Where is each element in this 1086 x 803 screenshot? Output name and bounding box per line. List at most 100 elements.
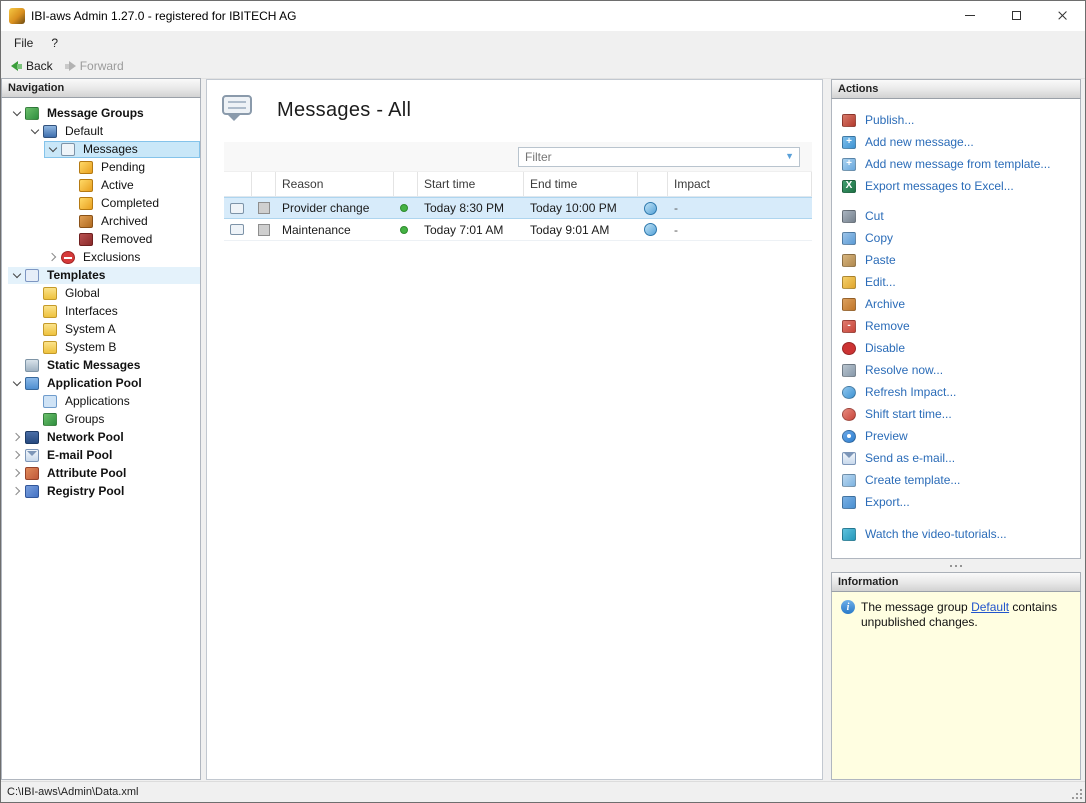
tree-item-pending[interactable]: Pending xyxy=(2,158,200,176)
action-remove[interactable]: -Remove xyxy=(832,315,1080,337)
action-watch-video-tutorials[interactable]: Watch the video-tutorials... xyxy=(832,523,1080,545)
tree-item-global[interactable]: Global xyxy=(2,284,200,302)
tree-item-label: Interfaces xyxy=(62,304,121,318)
action-shift-start-time[interactable]: Shift start time... xyxy=(832,403,1080,425)
back-button[interactable]: Back xyxy=(7,57,61,75)
tree-item-completed[interactable]: Completed xyxy=(2,194,200,212)
close-button[interactable] xyxy=(1039,1,1085,30)
panel-splitter[interactable] xyxy=(831,559,1081,572)
start-time-cell: Today 8:30 PM xyxy=(418,201,524,215)
application-pool-icon xyxy=(25,377,39,390)
menu-help[interactable]: ? xyxy=(42,33,67,53)
action-resolve-now[interactable]: Resolve now... xyxy=(832,359,1080,381)
column-header-start-time[interactable]: Start time xyxy=(418,172,524,196)
tree-item-label: Archived xyxy=(98,214,151,228)
action-refresh-impact[interactable]: Refresh Impact... xyxy=(832,381,1080,403)
tree-item-templates[interactable]: Templates xyxy=(2,266,200,284)
chevron-down-icon[interactable] xyxy=(9,375,25,391)
groups-icon xyxy=(43,413,57,426)
maximize-button[interactable] xyxy=(993,1,1039,30)
tree-item-label: Removed xyxy=(98,232,155,246)
chevron-down-icon[interactable] xyxy=(27,123,43,139)
tree-item-label: Message Groups xyxy=(44,106,147,120)
action-edit[interactable]: Edit... xyxy=(832,271,1080,293)
table-row[interactable]: Maintenance Today 7:01 AM Today 9:01 AM … xyxy=(224,219,812,241)
status-active-icon xyxy=(400,226,408,234)
column-header-impact-icon xyxy=(638,172,668,196)
video-tutorials-icon xyxy=(842,528,856,541)
row-checkbox[interactable] xyxy=(258,224,270,236)
filter-box xyxy=(518,147,800,167)
impact-cell: - xyxy=(668,201,812,215)
tree-item-application-pool[interactable]: Application Pool xyxy=(2,374,200,392)
tree-item-label: Exclusions xyxy=(80,250,143,264)
applications-icon xyxy=(43,395,57,408)
action-send-as-email[interactable]: Send as e-mail... xyxy=(832,447,1080,469)
column-header-impact[interactable]: Impact xyxy=(668,172,812,196)
tree-item-messages[interactable]: Messages xyxy=(2,140,200,158)
tree-item-static-messages[interactable]: Static Messages xyxy=(2,356,200,374)
row-checkbox[interactable] xyxy=(258,202,270,214)
tree-item-system-a[interactable]: System A xyxy=(2,320,200,338)
chevron-down-icon[interactable] xyxy=(9,267,25,283)
chevron-right-icon[interactable] xyxy=(9,465,25,481)
action-preview[interactable]: Preview xyxy=(832,425,1080,447)
table-header: Reason Start time End time Impact xyxy=(224,172,812,197)
action-cut[interactable]: Cut xyxy=(832,205,1080,227)
tree-item-attribute-pool[interactable]: Attribute Pool xyxy=(2,464,200,482)
filter-input[interactable] xyxy=(519,150,785,164)
action-create-template[interactable]: Create template... xyxy=(832,469,1080,491)
cut-icon xyxy=(842,210,856,223)
impact-cell: - xyxy=(668,223,812,237)
pending-icon xyxy=(79,161,93,174)
chevron-down-icon[interactable] xyxy=(45,141,61,157)
action-export[interactable]: Export... xyxy=(832,491,1080,513)
tree-item-default[interactable]: Default xyxy=(2,122,200,140)
action-publish[interactable]: Publish... xyxy=(832,109,1080,131)
action-copy[interactable]: Copy xyxy=(832,227,1080,249)
filter-funnel-icon[interactable] xyxy=(785,152,794,161)
tree-item-archived[interactable]: Archived xyxy=(2,212,200,230)
tree-item-applications[interactable]: Applications xyxy=(2,392,200,410)
action-export-messages-to-excel[interactable]: XExport messages to Excel... xyxy=(832,175,1080,197)
tree-item-label: Templates xyxy=(44,268,108,282)
tree-item-removed[interactable]: Removed xyxy=(2,230,200,248)
action-archive[interactable]: Archive xyxy=(832,293,1080,315)
end-time-cell: Today 10:00 PM xyxy=(524,201,638,215)
menu-file[interactable]: File xyxy=(5,33,42,53)
tree-item-exclusions[interactable]: Exclusions xyxy=(2,248,200,266)
column-header-end-time[interactable]: End time xyxy=(524,172,638,196)
tree-item-groups[interactable]: Groups xyxy=(2,410,200,428)
tree-item-network-pool[interactable]: Network Pool xyxy=(2,428,200,446)
tree-item-label: System A xyxy=(62,322,119,336)
tree-item-registry-pool[interactable]: Registry Pool xyxy=(2,482,200,500)
column-header-reason[interactable]: Reason xyxy=(276,172,394,196)
tree-item-system-b[interactable]: System B xyxy=(2,338,200,356)
action-disable[interactable]: Disable xyxy=(832,337,1080,359)
tree-item-email-pool[interactable]: E-mail Pool xyxy=(2,446,200,464)
table-row[interactable]: Provider change Today 8:30 PM Today 10:0… xyxy=(224,197,812,219)
forward-button[interactable]: Forward xyxy=(61,57,132,75)
tree-item-interfaces[interactable]: Interfaces xyxy=(2,302,200,320)
action-paste[interactable]: Paste xyxy=(832,249,1080,271)
window-title: IBI-aws Admin 1.27.0 - registered for IB… xyxy=(31,9,947,23)
default-group-link[interactable]: Default xyxy=(971,600,1009,614)
chevron-right-icon[interactable] xyxy=(45,249,61,265)
title-bar: IBI-aws Admin 1.27.0 - registered for IB… xyxy=(1,1,1085,31)
column-header-icon xyxy=(224,172,252,196)
chevron-down-icon[interactable] xyxy=(9,105,25,121)
folder-icon xyxy=(43,341,57,354)
action-add-new-message-from-template[interactable]: +Add new message from template... xyxy=(832,153,1080,175)
tree-item-active[interactable]: Active xyxy=(2,176,200,194)
tree-item-message-groups[interactable]: Message Groups xyxy=(2,104,200,122)
messages-page-icon xyxy=(221,94,259,126)
action-add-new-message[interactable]: +Add new message... xyxy=(832,131,1080,153)
resize-grip-icon[interactable] xyxy=(1080,797,1082,799)
archive-icon xyxy=(842,298,856,311)
tree-item-label: Network Pool xyxy=(44,430,127,444)
chevron-right-icon[interactable] xyxy=(9,483,25,499)
chevron-right-icon[interactable] xyxy=(9,429,25,445)
tree-item-label: Active xyxy=(98,178,137,192)
minimize-button[interactable] xyxy=(947,1,993,30)
chevron-right-icon[interactable] xyxy=(9,447,25,463)
